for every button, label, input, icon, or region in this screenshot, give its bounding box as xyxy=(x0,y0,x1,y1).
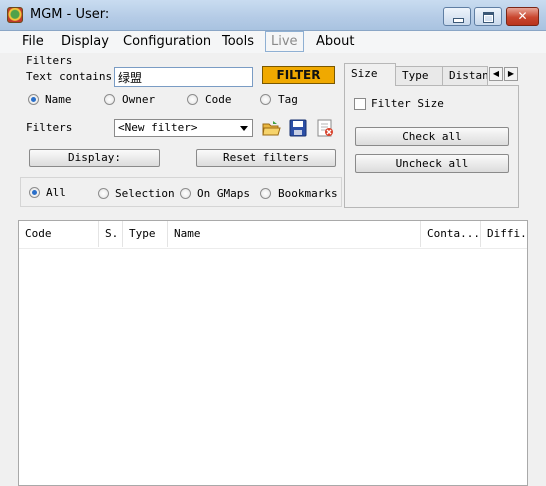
filter-select[interactable]: <New filter> xyxy=(114,119,253,137)
radio-bookmarks[interactable] xyxy=(260,188,271,199)
text-contains-label: Text contains xyxy=(26,70,113,83)
check-all-button[interactable]: Check all xyxy=(355,127,509,146)
tab-type[interactable]: Type xyxy=(395,66,443,85)
radio-owner-label: Owner xyxy=(122,93,156,106)
window-title: MGM - User: xyxy=(30,7,110,22)
minimize-button[interactable] xyxy=(443,7,471,26)
radio-name[interactable] xyxy=(28,94,39,105)
column-header-difficulty[interactable]: Diffi... xyxy=(481,221,527,247)
radio-all[interactable] xyxy=(29,187,40,198)
tab-distance[interactable]: Distanc xyxy=(442,66,488,85)
filter-size-checkbox[interactable] xyxy=(354,98,366,110)
radio-code-label: Code xyxy=(205,93,232,106)
radio-on-gmaps-label: On GMaps xyxy=(197,187,250,200)
menu-about[interactable]: About xyxy=(312,33,358,50)
maximize-button[interactable] xyxy=(474,7,502,26)
radio-all-label: All xyxy=(46,186,66,199)
column-header-code[interactable]: Code xyxy=(19,221,99,247)
text-contains-input[interactable]: 绿盟 xyxy=(114,67,253,87)
radio-name-label: Name xyxy=(45,93,72,106)
menu-bar: File Display Configuration Tools Live Ab… xyxy=(0,31,546,53)
filters-group-label: Filters xyxy=(26,54,73,67)
radio-tag-label: Tag xyxy=(278,93,298,106)
filter-size-label: Filter Size xyxy=(371,97,444,110)
radio-code[interactable] xyxy=(187,94,198,105)
tab-scroll-right-icon[interactable]: ▶ xyxy=(504,67,518,81)
menu-display[interactable]: Display xyxy=(57,33,113,50)
filter-select-value: <New filter> xyxy=(118,121,198,134)
column-header-name[interactable]: Name xyxy=(168,221,421,247)
chevron-down-icon xyxy=(240,126,248,131)
title-bar[interactable]: MGM - User: xyxy=(0,0,546,31)
menu-configuration[interactable]: Configuration xyxy=(119,33,215,50)
list-header: Code S. Type Name Conta... Diffi... xyxy=(19,221,527,249)
radio-selection[interactable] xyxy=(98,188,109,199)
radio-owner[interactable] xyxy=(104,94,115,105)
open-folder-icon[interactable] xyxy=(261,119,281,137)
main-window: MGM - User: File Display Configuration T… xyxy=(0,0,546,486)
menu-live[interactable]: Live xyxy=(265,31,304,52)
tab-size[interactable]: Size xyxy=(344,63,396,86)
tab-scroll-left-icon[interactable]: ◀ xyxy=(489,67,503,81)
close-button[interactable] xyxy=(506,7,539,26)
radio-tag[interactable] xyxy=(260,94,271,105)
filters-label: Filters xyxy=(26,121,73,134)
results-list[interactable]: Code S. Type Name Conta... Diffi... xyxy=(18,220,528,486)
menu-tools[interactable]: Tools xyxy=(218,33,258,50)
column-header-size[interactable]: S. xyxy=(99,221,123,247)
display-button[interactable]: Display: xyxy=(29,149,160,167)
reset-filters-button[interactable]: Reset filters xyxy=(196,149,336,167)
uncheck-all-button[interactable]: Uncheck all xyxy=(355,154,509,173)
filter-button[interactable]: FILTER xyxy=(262,66,335,84)
delete-filter-icon[interactable] xyxy=(315,119,335,137)
column-header-container[interactable]: Conta... xyxy=(421,221,481,247)
radio-bookmarks-label: Bookmarks xyxy=(278,187,338,200)
column-header-type[interactable]: Type xyxy=(123,221,168,247)
menu-file[interactable]: File xyxy=(18,33,48,50)
save-icon[interactable] xyxy=(288,119,308,137)
radio-selection-label: Selection xyxy=(115,187,175,200)
app-icon xyxy=(7,7,23,23)
radio-on-gmaps[interactable] xyxy=(180,188,191,199)
